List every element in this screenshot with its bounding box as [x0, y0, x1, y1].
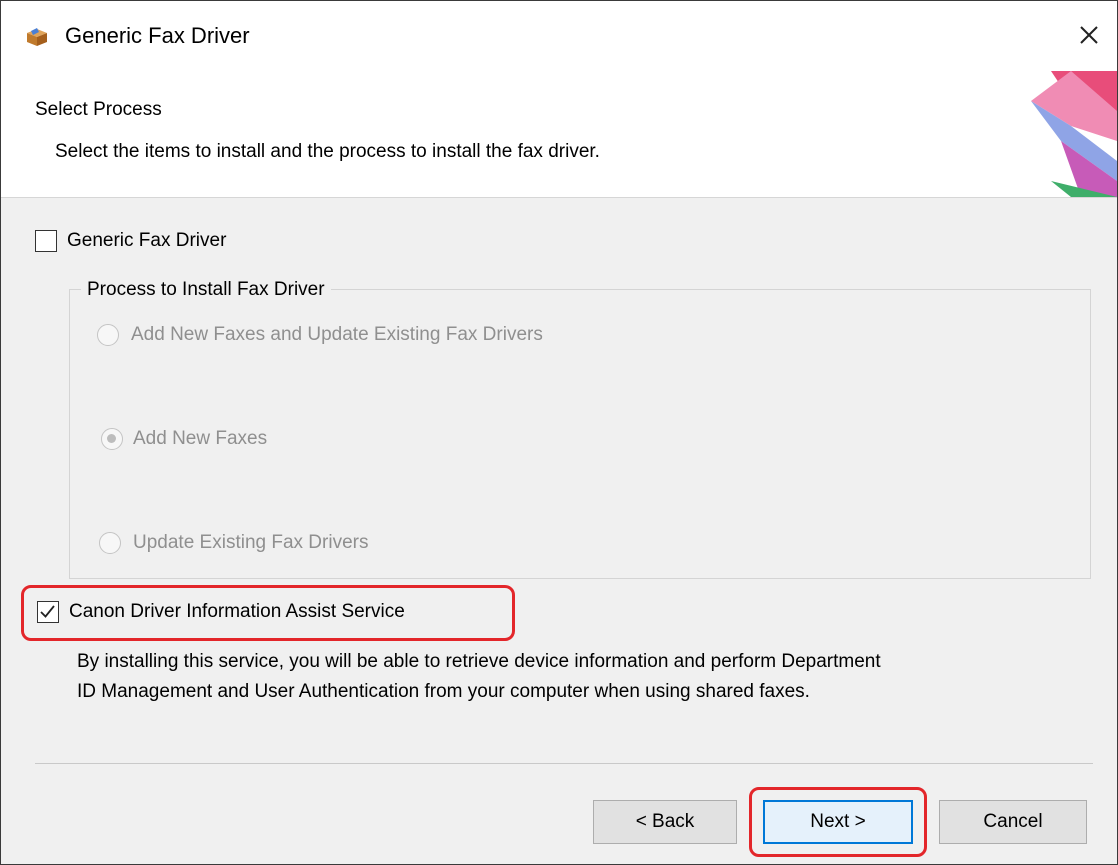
next-button[interactable]: Next >: [763, 800, 913, 844]
radio-add-and-update-label: Add New Faxes and Update Existing Fax Dr…: [131, 324, 543, 345]
radio-add-new-faxes[interactable]: [101, 428, 123, 450]
description-line-2: ID Management and User Authentication fr…: [77, 681, 810, 702]
window-title: Generic Fax Driver: [65, 23, 250, 48]
title-bar: Generic Fax Driver: [1, 1, 1117, 71]
close-icon[interactable]: [1069, 15, 1109, 55]
process-group-legend: Process to Install Fax Driver: [81, 279, 331, 301]
wizard-header: Select Process Select the items to insta…: [1, 71, 1117, 198]
cancel-button[interactable]: Cancel: [939, 800, 1087, 844]
back-button[interactable]: < Back: [593, 800, 737, 844]
radio-add-new-faxes-label: Add New Faxes: [133, 428, 268, 449]
assist-service-label: Canon Driver Information Assist Service: [69, 601, 405, 622]
assist-service-description: By installing this service, you will be …: [77, 647, 1112, 707]
radio-update-existing[interactable]: [99, 532, 121, 554]
generic-fax-driver-checkbox[interactable]: [35, 230, 57, 252]
installer-dialog: Generic Fax Driver Select Process Select…: [0, 0, 1118, 865]
installer-box-icon: [27, 28, 47, 46]
page-title: Select Process: [35, 99, 162, 120]
page-subtitle: Select the items to install and the proc…: [55, 141, 600, 162]
radio-update-existing-label: Update Existing Fax Drivers: [133, 532, 369, 553]
assist-service-checkbox[interactable]: [37, 601, 59, 623]
generic-fax-driver-label: Generic Fax Driver: [67, 230, 227, 251]
radio-add-and-update[interactable]: [97, 324, 119, 346]
footer-separator: [35, 763, 1093, 764]
banner-graphic: [1031, 71, 1117, 197]
description-line-1: By installing this service, you will be …: [77, 651, 881, 672]
checkmark-icon: [40, 605, 55, 618]
